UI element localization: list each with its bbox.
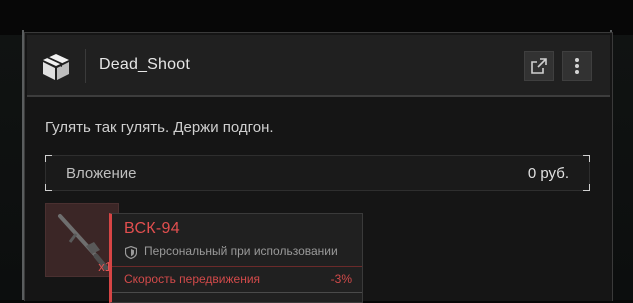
binding-type: Персональный при использовании (144, 244, 338, 258)
stat-label: Скорость передвижения (124, 272, 261, 286)
background-left (0, 35, 22, 300)
item-slot[interactable]: x1 (45, 203, 119, 277)
attachment-amount: 0 руб. (527, 165, 569, 182)
corner-mark (45, 184, 52, 191)
open-external-button[interactable] (524, 51, 554, 81)
corner-mark (583, 155, 590, 162)
item-tooltip: ВСК-94 Персональный при использовании Ск… (109, 213, 363, 303)
mail-message: Гулять так гулять. Держи подгон. (45, 119, 274, 136)
attachment-label: Вложение (66, 165, 137, 182)
background-right (612, 35, 633, 300)
kebab-menu-icon (575, 58, 579, 74)
more-options-button[interactable] (562, 51, 592, 81)
shield-icon (125, 246, 137, 259)
package-icon (43, 54, 69, 80)
mail-panel: Dead_Shoot Гулять так гулять. Держи подг… (24, 32, 613, 303)
stat-value: -3% (330, 272, 352, 286)
header-divider (85, 49, 86, 83)
tooltip-divider (112, 292, 362, 293)
mail-header: Dead_Shoot (27, 35, 610, 97)
external-link-icon (531, 58, 547, 74)
corner-mark (583, 184, 590, 191)
corner-mark (45, 155, 52, 162)
sender-name: Dead_Shoot (99, 56, 190, 73)
tooltip-divider (112, 266, 362, 267)
attachment-row: Вложение 0 руб. (45, 155, 590, 191)
item-name: ВСК-94 (124, 220, 180, 237)
